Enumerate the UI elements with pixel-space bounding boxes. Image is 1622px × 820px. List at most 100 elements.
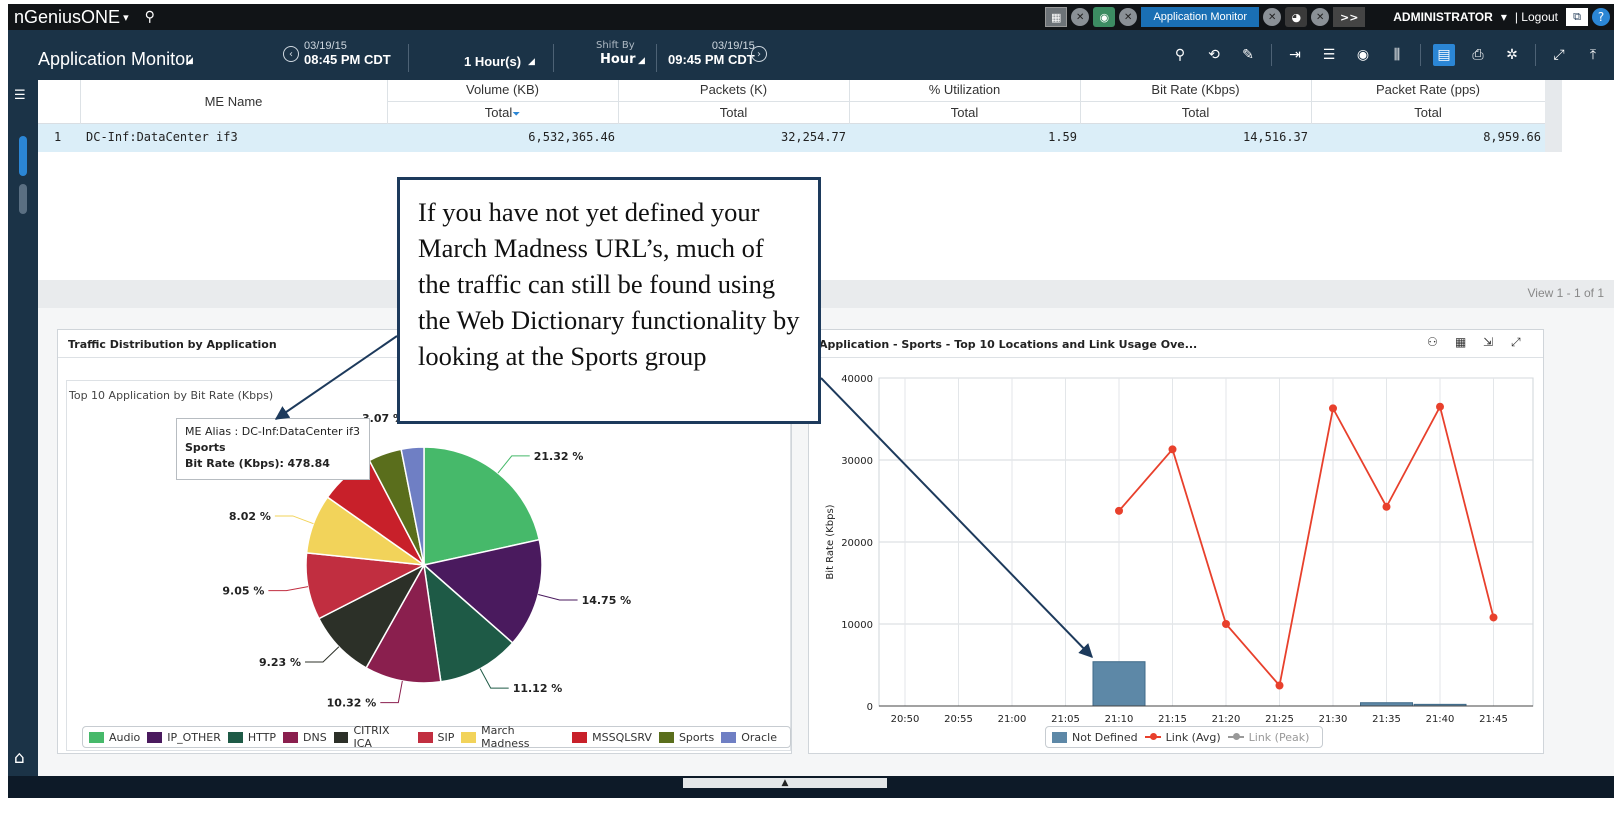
divider	[656, 44, 657, 72]
module-dark-icon[interactable]: ◕	[1285, 7, 1308, 27]
legend-item[interactable]: Link (Avg)	[1144, 730, 1221, 744]
grid-header: ME Name Volume (KB) Total⏷ Packets (K) T…	[38, 80, 1545, 152]
search-icon[interactable]: ⚲	[145, 9, 155, 25]
legend-label: March Madness	[481, 724, 530, 750]
x-tick-label: 21:10	[1105, 714, 1134, 725]
module-grid-icon[interactable]: ▦	[1045, 7, 1068, 27]
duration-select[interactable]: 1 Hour(s)	[464, 54, 521, 69]
close-tab-icon[interactable]: ✕	[1071, 8, 1090, 26]
legend-item[interactable]: SIP	[417, 731, 454, 744]
bar-not-defined	[1092, 661, 1146, 707]
brand-caret-icon[interactable]: ▾	[123, 11, 129, 24]
next-time-icon[interactable]: ›	[751, 46, 767, 62]
y-tick-label: 30000	[841, 456, 873, 467]
more-tabs-button[interactable]: >>	[1333, 7, 1366, 27]
legend-swatch	[572, 731, 588, 743]
legend-item[interactable]: Link (Peak)	[1227, 731, 1309, 744]
filter-icon[interactable]: ☰	[1318, 44, 1340, 66]
legend-swatch	[333, 731, 349, 743]
legend-item[interactable]: DNS	[283, 731, 327, 744]
legend-item[interactable]: March Madness	[461, 724, 565, 750]
shift-by-select[interactable]: Hour	[600, 52, 635, 67]
legend-item[interactable]: CITRIX ICA	[333, 724, 411, 750]
topology-icon[interactable]: ✲	[1501, 44, 1523, 66]
pager-bar: View 1 - 1 of 1	[38, 280, 1614, 308]
export-icon[interactable]: ⇥	[1284, 44, 1306, 66]
divider	[408, 44, 409, 72]
shift-caret-icon[interactable]: ◢	[638, 56, 645, 66]
previous-time-icon[interactable]: ‹	[283, 46, 299, 62]
collapse-handle[interactable]: ▲	[683, 778, 887, 788]
logout-link[interactable]: | Logout	[1515, 10, 1558, 24]
legend-item[interactable]: HTTP	[227, 731, 276, 744]
column-subheader-bitrate[interactable]: Total	[1080, 105, 1311, 120]
line-chart: 0 10000 20000 30000 40000 20:50 20:55 21:00 21:0…	[825, 374, 1534, 725]
close-tab-icon[interactable]: ✕	[1263, 8, 1282, 26]
legend-label: Link (Avg)	[1165, 730, 1221, 744]
column-header-volume[interactable]: Volume (KB)	[387, 82, 618, 97]
help-icon[interactable]: ?	[1592, 8, 1610, 26]
pie-data-label: 9.05 %	[222, 585, 264, 598]
page-title[interactable]: Application Monitor	[38, 49, 191, 70]
end-time[interactable]: 03/19/15 09:45 PM CDT	[668, 40, 755, 67]
row-index: 1	[54, 130, 62, 144]
tooltip-app: Sports	[185, 441, 226, 454]
legend-item[interactable]: IP_OTHER	[147, 731, 221, 744]
column-header-packetrate[interactable]: Packet Rate (pps)	[1311, 82, 1545, 97]
expand-icon[interactable]: ⤢	[1548, 44, 1570, 66]
legend-item[interactable]: Oracle	[721, 731, 777, 744]
module-green-icon[interactable]: ◉	[1093, 7, 1116, 27]
legend-label: DNS	[303, 730, 327, 744]
brand-logo[interactable]: nGeniusONE	[14, 7, 120, 28]
column-header-utilization[interactable]: % Utilization	[849, 82, 1080, 97]
table-row[interactable]: 1 DC-Inf:DataCenter if3 6,532,365.46 32,…	[38, 124, 1545, 152]
sort-icon[interactable]: ⏷	[512, 109, 520, 120]
duration-caret-icon[interactable]: ◢	[528, 57, 535, 67]
table-view-icon[interactable]: ▤	[1433, 44, 1455, 66]
settings-sliders-icon[interactable]: ⫼	[1386, 44, 1408, 66]
column-subheader-volume[interactable]: Total⏷	[387, 105, 618, 120]
series-point-link-avg	[1168, 445, 1177, 454]
row-utilization: 1.59	[1048, 130, 1077, 144]
view-icon[interactable]: ◉	[1352, 44, 1374, 66]
rail-tab[interactable]	[19, 184, 27, 214]
user-caret-icon[interactable]: ▾	[1501, 10, 1507, 24]
legend-item[interactable]: MSSQLSRV	[572, 731, 652, 744]
edit-icon[interactable]: ✎	[1237, 44, 1259, 66]
search-icon[interactable]: ⚲	[1169, 44, 1191, 66]
drilldown-icon[interactable]: ⟲	[1203, 44, 1225, 66]
print-icon[interactable]: ⎙	[1467, 44, 1489, 66]
column-header-bitrate[interactable]: Bit Rate (Kbps)	[1080, 82, 1311, 97]
pie-leader-line	[380, 680, 403, 704]
start-time[interactable]: 03/19/15 08:45 PM CDT	[304, 40, 391, 67]
close-tab-icon[interactable]: ✕	[1119, 8, 1138, 26]
legend-item[interactable]: Audio	[89, 731, 140, 744]
legend-swatch	[1144, 733, 1161, 740]
tab-application-monitor[interactable]: Application Monitor	[1141, 7, 1260, 27]
legend-label: IP_OTHER	[167, 730, 221, 744]
x-tick-label: 20:55	[944, 714, 973, 725]
close-tab-icon[interactable]: ✕	[1311, 8, 1330, 26]
left-rail: ☰ ⌂	[8, 80, 38, 798]
title-caret-icon[interactable]: ◢	[186, 56, 193, 66]
column-subheader-packets[interactable]: Total	[618, 105, 849, 120]
column-header-packets[interactable]: Packets (K)	[618, 82, 849, 97]
upload-icon[interactable]: ⤒	[1582, 44, 1604, 66]
toggle-panel-icon[interactable]: ☰	[14, 88, 26, 103]
legend-item[interactable]: Sports	[658, 731, 714, 744]
column-header-me-name[interactable]: ME Name	[80, 94, 387, 109]
x-tick-label: 21:25	[1265, 714, 1294, 725]
column-subheader-utilization[interactable]: Total	[849, 105, 1080, 120]
legend-label: CITRIX ICA	[353, 724, 390, 750]
legend-item[interactable]: Not Defined	[1052, 731, 1138, 744]
grid-scrollbar[interactable]	[1545, 80, 1562, 152]
user-menu[interactable]: ADMINISTRATOR	[1393, 10, 1493, 24]
row-me-name[interactable]: DC-Inf:DataCenter if3	[86, 130, 238, 144]
column-subheader-packetrate[interactable]: Total	[1311, 105, 1545, 120]
rail-tab-active[interactable]	[19, 136, 27, 176]
shift-by-label: Shift By	[596, 40, 635, 51]
data-grid: ME Name Volume (KB) Total⏷ Packets (K) T…	[38, 80, 1614, 280]
window-layout-icon[interactable]: ⧉	[1566, 8, 1588, 26]
home-icon[interactable]: ⌂	[14, 748, 25, 768]
x-tick-label: 21:35	[1372, 714, 1401, 725]
